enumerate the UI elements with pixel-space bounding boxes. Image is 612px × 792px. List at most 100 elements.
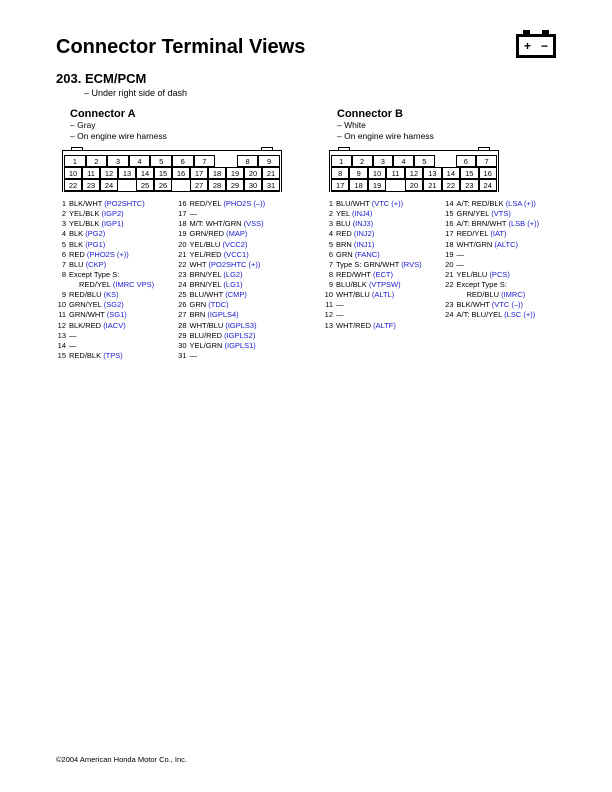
pin-entry: 31 — <box>177 351 290 361</box>
pin-entry: 16 RED/YEL (PHO2S (–)) <box>177 199 290 209</box>
pin-entry: RED/BLU (IMRC) <box>444 290 557 300</box>
pin-cell: 28 <box>208 179 226 191</box>
connector-b-block: Connector B – White– On engine wire harn… <box>323 108 556 361</box>
pin-entry: 22 Except Type S: <box>444 280 557 290</box>
pin-entry: 8 Except Type S: <box>56 270 169 280</box>
pin-entry: 12 — <box>323 310 436 320</box>
pin-cell: 4 <box>393 155 414 167</box>
pin-cell: 2 <box>352 155 373 167</box>
pin-cell: 20 <box>244 167 262 179</box>
pin-entry: 11 — <box>323 300 436 310</box>
pin-cell: 15 <box>154 167 172 179</box>
pin-cell: 26 <box>154 179 172 191</box>
pin-entry: 8 RED/WHT (ECT) <box>323 270 436 280</box>
pin-entry: 5 BLK (PG1) <box>56 240 169 250</box>
pin-cell: 11 <box>386 167 404 179</box>
pin-entry: 6 GRN (FANC) <box>323 250 436 260</box>
pin-cell: 21 <box>423 179 441 191</box>
pin-entry: 19 GRN/RED (MAP) <box>177 229 290 239</box>
pin-cell: 2 <box>86 155 108 167</box>
pin-cell: 8 <box>237 155 259 167</box>
pin-entry: 26 GRN (TDC) <box>177 300 290 310</box>
pin-cell: 22 <box>442 179 460 191</box>
pin-entry: 25 BLU/WHT (CMP) <box>177 290 290 300</box>
pin-cell: 16 <box>479 167 497 179</box>
pin-cell: 7 <box>476 155 497 167</box>
pin-entry: 27 BRN (IGPLS4) <box>177 310 290 320</box>
pin-entry: 21 YEL/BLU (PCS) <box>444 270 557 280</box>
pin-cell: 5 <box>414 155 435 167</box>
connector-subtitle: – White– On engine wire harness <box>337 120 556 142</box>
pin-cell: 6 <box>172 155 194 167</box>
pin-cell: 18 <box>349 179 367 191</box>
pin-cell: 12 <box>405 167 423 179</box>
pin-entry: 7 Type S: GRN/WHT (RVS) <box>323 260 436 270</box>
pin-cell: 8 <box>331 167 349 179</box>
pin-list: 1 BLK/WHT (PO2SHTC) 2 YEL/BLK (IGP2) 3 Y… <box>56 199 289 361</box>
pin-cell: 17 <box>331 179 349 191</box>
pin-entry: 18 WHT/GRN (ALTC) <box>444 240 557 250</box>
pin-entry: 14 A/T: RED/BLK (LSA (+)) <box>444 199 557 209</box>
pin-cell: 31 <box>262 179 280 191</box>
pin-cell: 19 <box>226 167 244 179</box>
pin-entry: 9 RED/BLU (KS) <box>56 290 169 300</box>
pin-entry: 18 M/T: WHT/GRN (VSS) <box>177 219 290 229</box>
pin-cell: 14 <box>136 167 154 179</box>
pin-entry: 20 YEL/BLU (VCC2) <box>177 240 290 250</box>
pin-entry: 15 GRN/YEL (VTS) <box>444 209 557 219</box>
pin-entry: 23 BLK/WHT (VTC (–)) <box>444 300 557 310</box>
pin-cell: 11 <box>82 167 100 179</box>
pin-entry: RED/YEL (IMRC VPS) <box>56 280 169 290</box>
pin-list: 1 BLU/WHT (VTC (+)) 2 YEL (INJ4) 3 BLU (… <box>323 199 556 331</box>
battery-icon: +− <box>516 34 556 58</box>
pin-entry: 3 YEL/BLK (IGP1) <box>56 219 169 229</box>
connector-title: Connector A <box>70 108 289 120</box>
pin-entry: 24 A/T: BLU/YEL (LSC (+)) <box>444 310 557 320</box>
pin-cell: 24 <box>100 179 118 191</box>
pin-entry: 2 YEL/BLK (IGP2) <box>56 209 169 219</box>
page-title: Connector Terminal Views <box>56 36 556 59</box>
pin-cell: 1 <box>64 155 86 167</box>
pin-cell: 30 <box>244 179 262 191</box>
pin-entry: 24 BRN/YEL (LG1) <box>177 280 290 290</box>
connector-a-block: Connector A – Gray– On engine wire harne… <box>56 108 289 361</box>
connector-diagram: 123456789101112131415161718192021222324 <box>329 150 499 192</box>
location-note: – Under right side of dash <box>84 88 556 98</box>
pin-entry: 22 WHT (PO2SHTC (+)) <box>177 260 290 270</box>
pin-entry: 15 RED/BLK (TPS) <box>56 351 169 361</box>
pin-cell: 23 <box>82 179 100 191</box>
pin-cell: 10 <box>64 167 82 179</box>
pin-entry: 17 RED/YEL (IAT) <box>444 229 557 239</box>
pin-cell: 4 <box>129 155 151 167</box>
pin-cell: 3 <box>373 155 394 167</box>
pin-cell: 25 <box>136 179 154 191</box>
pin-entry: 7 BLU (CKP) <box>56 260 169 270</box>
pin-entry: 19 — <box>444 250 557 260</box>
pin-entry: 11 GRN/WHT (SG1) <box>56 310 169 320</box>
connector-diagram: 1234567891011121314151617181920212223242… <box>62 150 282 192</box>
pin-cell: 13 <box>423 167 441 179</box>
pin-entry: 28 WHT/BLU (IGPLS3) <box>177 321 290 331</box>
pin-cell: 29 <box>226 179 244 191</box>
pin-entry: 10 WHT/BLU (ALTL) <box>323 290 436 300</box>
pin-entry: 13 WHT/RED (ALTF) <box>323 321 436 331</box>
pin-entry: 4 BLK (PG2) <box>56 229 169 239</box>
pin-entry: 13 — <box>56 331 169 341</box>
pin-entry: 12 BLK/RED (IACV) <box>56 321 169 331</box>
pin-cell: 23 <box>460 179 478 191</box>
connector-title: Connector B <box>337 108 556 120</box>
pin-cell: 18 <box>208 167 226 179</box>
pin-cell: 13 <box>118 167 136 179</box>
pin-cell: 10 <box>368 167 386 179</box>
pin-cell: 7 <box>194 155 216 167</box>
pin-entry: 5 BRN (INJ1) <box>323 240 436 250</box>
pin-cell: 15 <box>460 167 478 179</box>
pin-cell: 22 <box>64 179 82 191</box>
pin-entry: 21 YEL/RED (VCC1) <box>177 250 290 260</box>
pin-entry: 20 — <box>444 260 557 270</box>
pin-entry: 10 GRN/YEL (SG2) <box>56 300 169 310</box>
pin-entry: 29 BLU/RED (IGPLS2) <box>177 331 290 341</box>
pin-cell: 21 <box>262 167 280 179</box>
pin-entry: 1 BLK/WHT (PO2SHTC) <box>56 199 169 209</box>
pin-cell: 9 <box>349 167 367 179</box>
